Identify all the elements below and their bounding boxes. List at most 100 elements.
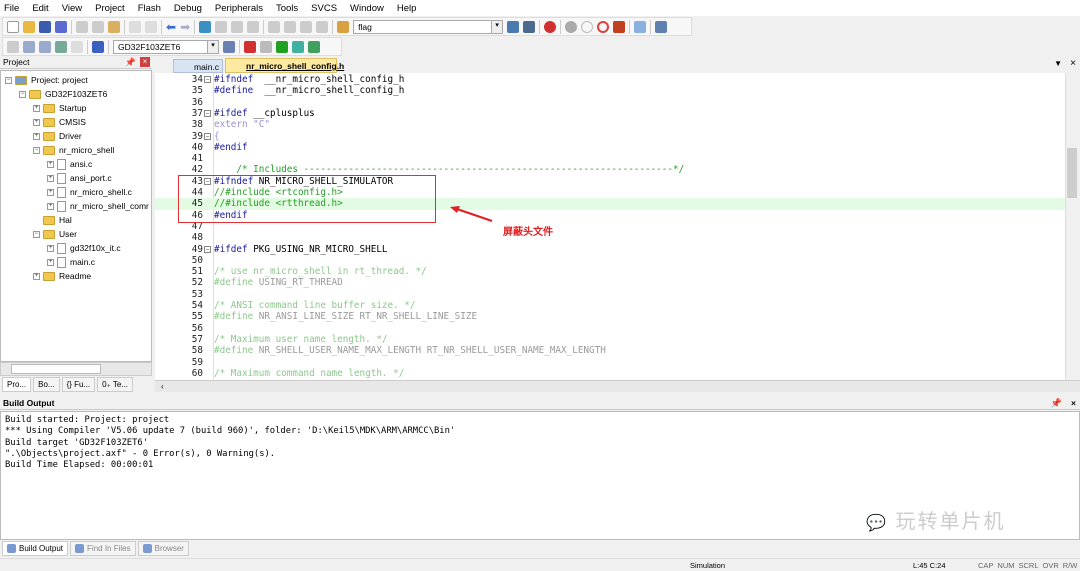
code-line[interactable]: 42 /* Includes -------------------------… xyxy=(155,164,1065,175)
back-icon[interactable]: ⬅ xyxy=(166,20,176,34)
close-icon[interactable]: × xyxy=(140,57,150,67)
menu-peripherals[interactable]: Peripherals xyxy=(215,3,263,14)
pin-icon[interactable]: 📌 xyxy=(125,57,136,68)
clear-bookmarks-icon[interactable] xyxy=(247,20,260,33)
menu-edit[interactable]: Edit xyxy=(32,3,48,14)
close-icon[interactable]: × xyxy=(1071,398,1076,408)
fold-icon[interactable]: − xyxy=(204,132,211,140)
code-line[interactable]: 41 xyxy=(155,153,1065,164)
tree-item[interactable]: + nr_micro_shell_comr xyxy=(47,199,149,213)
translate-icon[interactable] xyxy=(7,40,19,53)
undo-icon[interactable] xyxy=(129,20,141,33)
bookmark-icon[interactable] xyxy=(199,20,212,33)
panel-tab[interactable]: Pro... xyxy=(2,377,32,392)
target-options-icon[interactable] xyxy=(223,40,235,53)
incremental-find-icon[interactable] xyxy=(523,20,536,33)
expand-icon[interactable]: + xyxy=(33,104,40,112)
configure-icon[interactable] xyxy=(655,20,668,33)
code-line[interactable]: 60 /* Maximum command name length. */ xyxy=(155,368,1065,379)
redo-icon[interactable] xyxy=(145,20,157,33)
code-line[interactable]: 51 /* use nr_micro_shell in rt_thread. */ xyxy=(155,266,1065,277)
menu-tools[interactable]: Tools xyxy=(276,3,298,14)
paste-icon[interactable] xyxy=(108,20,120,33)
tree-item[interactable]: + Driver xyxy=(33,129,82,143)
code-line[interactable]: 58 #define NR_SHELL_USER_NAME_MAX_LENGTH … xyxy=(155,345,1065,356)
menu-debug[interactable]: Debug xyxy=(174,3,202,14)
tree-item[interactable]: + ansi_port.c xyxy=(47,171,112,185)
manage-rte-icon[interactable] xyxy=(276,40,288,53)
tree-item[interactable]: − Project: project xyxy=(5,73,88,87)
close-tab-icon[interactable]: × xyxy=(1070,58,1076,69)
code-line[interactable]: 59 xyxy=(155,357,1065,368)
file-extensions-icon[interactable] xyxy=(260,40,272,53)
editor-hscrollbar[interactable]: ‹ xyxy=(155,380,1080,392)
tree-item[interactable]: − User xyxy=(33,227,77,241)
open-icon[interactable] xyxy=(23,20,35,33)
collapse-icon[interactable]: − xyxy=(5,76,12,84)
menu-file[interactable]: File xyxy=(4,3,19,14)
cut-icon[interactable] xyxy=(76,20,88,33)
collapse-icon[interactable]: − xyxy=(19,90,26,98)
code-line[interactable]: 56 xyxy=(155,323,1065,334)
code-line[interactable]: 38 extern "C" xyxy=(155,119,1065,130)
tree-item[interactable]: Hal xyxy=(33,213,72,227)
debug-session-icon[interactable] xyxy=(544,20,557,33)
menu-svcs[interactable]: SVCS xyxy=(311,3,337,14)
expand-icon[interactable]: + xyxy=(33,132,40,140)
code-line[interactable]: 36 xyxy=(155,97,1065,108)
expand-icon[interactable]: + xyxy=(47,160,54,168)
tab-list-icon[interactable]: ▼ xyxy=(1054,59,1062,68)
collapse-icon[interactable]: − xyxy=(33,230,40,238)
tree-hscrollbar[interactable] xyxy=(0,362,152,376)
expand-icon[interactable]: + xyxy=(33,118,40,126)
menu-view[interactable]: View xyxy=(62,3,82,14)
code-line[interactable]: 49− #ifdef PKG_USING_NR_MICRO_SHELL xyxy=(155,244,1065,255)
expand-icon[interactable]: + xyxy=(47,188,54,196)
breakpoint-icon[interactable] xyxy=(565,20,578,33)
collapse-icon[interactable]: − xyxy=(33,146,40,154)
forward-icon[interactable]: ➡ xyxy=(180,20,190,34)
manage-components-icon[interactable] xyxy=(244,40,256,53)
pin-icon[interactable]: 📌 xyxy=(1051,398,1062,409)
tree-item[interactable]: − nr_micro_shell xyxy=(33,143,114,157)
code-line[interactable]: 53 xyxy=(155,289,1065,300)
disable-breakpoint-icon[interactable] xyxy=(581,20,594,33)
comment-icon[interactable] xyxy=(300,20,313,33)
tree-item[interactable]: − GD32F103ZET6 xyxy=(19,87,107,101)
code-line[interactable]: 40 #endif xyxy=(155,142,1065,153)
fold-icon[interactable]: − xyxy=(204,109,211,117)
code-editor[interactable]: 34− #ifndef __nr_micro_shell_config_h 35 #d… xyxy=(155,73,1065,380)
menu-window[interactable]: Window xyxy=(350,3,384,14)
editor-vscrollbar[interactable] xyxy=(1065,73,1078,380)
uncomment-icon[interactable] xyxy=(316,20,329,33)
expand-icon[interactable]: + xyxy=(47,244,54,252)
panel-tab[interactable]: Bo... xyxy=(33,377,60,392)
save-all-icon[interactable] xyxy=(55,20,67,33)
pack-installer-icon[interactable] xyxy=(292,40,304,53)
menu-help[interactable]: Help xyxy=(397,3,417,14)
save-icon[interactable] xyxy=(39,20,51,33)
tab-find-in-files[interactable]: Find In Files xyxy=(70,541,136,556)
code-line[interactable]: 48 xyxy=(155,232,1065,243)
fold-icon[interactable]: − xyxy=(204,245,211,253)
expand-icon[interactable]: + xyxy=(47,202,54,210)
indent-icon[interactable] xyxy=(268,20,281,33)
build-icon[interactable] xyxy=(23,40,35,53)
target-select[interactable]: GD32F103ZET6 ▾ xyxy=(113,39,219,54)
menu-project[interactable]: Project xyxy=(95,3,125,14)
code-line[interactable]: 34− #ifndef __nr_micro_shell_config_h xyxy=(155,74,1065,85)
find-combo[interactable]: flag ▾ xyxy=(353,19,504,34)
code-line[interactable]: 55 #define NR_ANSI_LINE_SIZE RT_NR_SHELL_… xyxy=(155,311,1065,322)
copy-icon[interactable] xyxy=(92,20,104,33)
code-line[interactable]: 57 /* Maximum user name length. */ xyxy=(155,334,1065,345)
tree-item[interactable]: + Readme xyxy=(33,269,91,283)
panel-tab[interactable]: {} Fu... xyxy=(61,377,96,392)
tree-item[interactable]: + ansi.c xyxy=(47,157,92,171)
expand-icon[interactable]: + xyxy=(33,272,40,280)
window-layout-icon[interactable] xyxy=(634,20,647,33)
code-line[interactable]: 50 xyxy=(155,255,1065,266)
code-line[interactable]: 54 /* ANSI command line buffer size. */ xyxy=(155,300,1065,311)
code-line[interactable]: 39−{ xyxy=(155,131,1065,142)
find-icon[interactable] xyxy=(507,20,520,33)
code-line[interactable]: 35 #define __nr_micro_shell_config_h xyxy=(155,85,1065,96)
